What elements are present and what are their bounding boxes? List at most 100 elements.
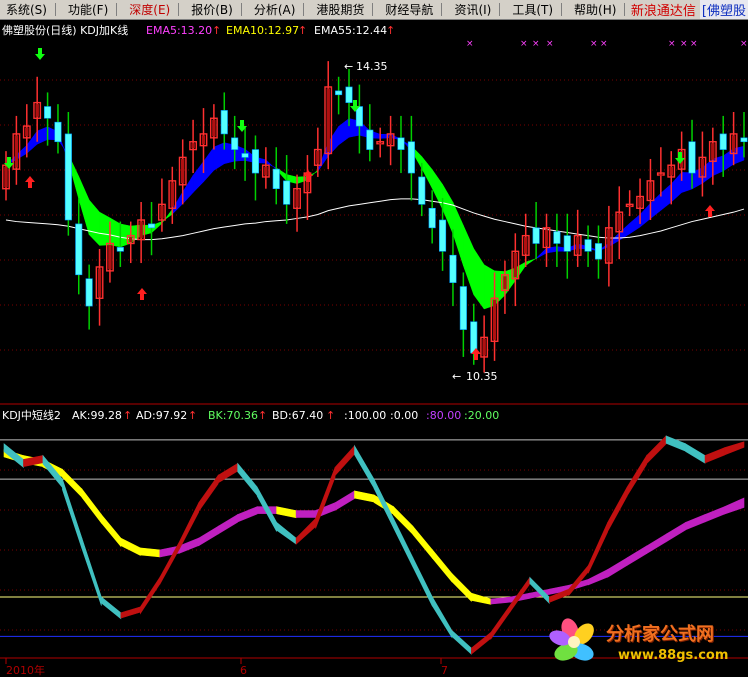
menu-item-label: 资讯(I) [454,3,492,17]
candle-down [345,86,353,103]
candle-up-fill [638,198,642,207]
candle-down [283,180,291,205]
high-annotation: 14.35 [356,60,388,73]
signal-x-mark: × [532,39,540,49]
signal-x-mark: × [590,39,598,49]
candle-up-fill [523,237,528,254]
ak-label: AK:99.28 [72,409,122,422]
candle-down [220,110,228,135]
candle-up-fill [108,244,112,270]
menu-item-label: 系统(S) [6,3,47,17]
candle-down [688,141,696,174]
candle-up-fill [170,182,175,207]
ema55-label: EMA55:12.44 [314,24,387,37]
high-annotation-arrow-icon: ← [344,60,353,73]
candle-up-fill [575,237,580,254]
watermark: 分析家公式网 www.88gs.com [548,614,746,672]
menu-item-label: 深度(E) [129,3,171,17]
brand-name: 新浪通达信 [630,4,696,19]
candle-up-fill [482,338,486,356]
candle-up-fill [139,221,143,239]
candle-up-fill [129,237,133,242]
ema10-label: EMA10:12.97 [226,24,299,37]
menu-item[interactable]: 帮助(H) [568,0,631,19]
menu-item-label: 报价(B) [191,3,233,17]
candle-up-fill [492,299,497,340]
ema5-label: EMA5:13.20 [146,24,212,37]
menu-item[interactable]: 功能(F) [62,0,123,19]
candle-down [85,278,93,307]
arrow-up-icon: ↑ [326,409,335,422]
candle-down [75,223,83,276]
ad-label: AD:97.92 [136,409,187,422]
candle-up-fill [201,135,206,145]
chart-area[interactable]: 佛塑股份(日线) KDJ加K线 EMA5:13.20 ↑ EMA10:12.97… [0,20,748,677]
candle-up-fill [711,143,715,160]
flower-logo-icon [549,618,594,661]
candle-down [532,227,540,244]
menu-item[interactable]: 系统(S) [0,0,62,19]
menu-item[interactable]: 报价(B) [185,0,248,19]
menu-item[interactable]: 深度(E) [123,0,185,19]
candle-up-fill [180,158,185,184]
candle-up-fill [513,252,518,278]
watermark-title: 分析家公式网 [606,624,714,645]
candle-up-fill [503,276,507,289]
signal-x-mark: × [600,39,608,49]
candle-up-fill [212,119,216,137]
candle-up-fill [700,158,705,176]
candle-up-fill [669,166,673,176]
candle-up-fill [627,205,632,207]
candle-down [418,176,426,205]
candle-down [428,207,436,229]
candle-down [251,149,259,174]
candle-down [407,141,415,174]
lower-title: KDJ中短线2 [2,408,61,422]
candle-up-fill [4,166,8,188]
candle-up-fill [378,143,382,145]
watermark-url: www.88gs.com [618,648,729,663]
stock-tag[interactable]: [佛塑股 [699,0,748,19]
menu-item[interactable]: 分析(A) [248,0,311,19]
candle-up-fill [316,151,320,164]
candle-down [740,137,748,143]
candle-up-fill [14,135,19,168]
candle-down [272,168,280,189]
candle-up-fill [617,213,621,231]
menu-item-label: 功能(F) [67,3,109,17]
brand: 新浪通达信 [佛塑股 [631,0,748,19]
menu-item-label: 分析(A) [253,3,296,17]
signal-x-mark: × [668,39,676,49]
signal-x-mark: × [466,39,474,49]
bk-label: BK:70.36 [208,409,258,422]
candle-up-fill [191,143,195,149]
low-annotation: 10.35 [466,370,498,383]
candle-up-fill [326,88,330,152]
menu-item[interactable]: 工具(T) [506,0,568,19]
candle-down [335,90,343,96]
menu-item[interactable]: 港股期货 [310,0,379,19]
menu-item-label: 帮助(H) [574,3,617,17]
line-20-label: :20.00 [464,409,499,422]
candle-down [147,223,156,229]
candle-up-fill [731,135,736,152]
candle-down [44,106,52,119]
candle-down [553,231,561,244]
candle-up-fill [295,190,299,207]
arrow-up-icon: ↑ [212,24,221,37]
signal-x-mark: × [520,39,528,49]
arrow-up-icon: ↑ [123,409,132,422]
kdj-slow-band [295,510,316,518]
candle-down [231,137,239,150]
upper-title: 佛塑股份(日线) KDJ加K线 [2,23,128,37]
candle-down [64,133,72,221]
upper-legend: 佛塑股份(日线) KDJ加K线 EMA5:13.20 ↑ EMA10:12.97… [2,23,395,37]
arrow-up-icon: ↑ [386,24,395,37]
low-annotation-arrow-icon: ← [452,370,461,383]
line-0-label: :0.00 [390,409,418,422]
ema-ribbon-segment [99,211,111,246]
menu-item[interactable]: 资讯(I) [448,0,506,19]
menu-item-label: 工具(T) [512,3,554,17]
menu-item[interactable]: 财经导航 [379,0,448,19]
candle-up-fill [160,205,164,219]
